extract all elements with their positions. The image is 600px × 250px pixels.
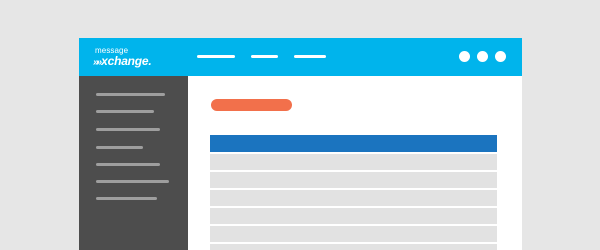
table-row[interactable] — [210, 172, 497, 188]
sidebar-item-6[interactable] — [96, 180, 169, 183]
data-table — [210, 135, 497, 250]
logo-bottom-text: »»xchange. — [93, 55, 152, 69]
sidebar — [79, 76, 188, 250]
sidebar-item-4[interactable] — [96, 146, 143, 149]
sidebar-item-7[interactable] — [96, 197, 157, 200]
table-row[interactable] — [210, 244, 497, 250]
table-header — [210, 135, 497, 152]
table-row[interactable] — [210, 208, 497, 224]
messagexchange-logo[interactable]: message »»xchange. — [93, 46, 183, 70]
table-row[interactable] — [210, 190, 497, 206]
sidebar-item-3[interactable] — [96, 128, 160, 131]
logo-arrows-icon: »» — [93, 57, 102, 68]
window-control-dot-3[interactable] — [495, 51, 506, 62]
table-row[interactable] — [210, 226, 497, 242]
top-header-bar: message »»xchange. — [79, 38, 522, 76]
main-content — [188, 76, 522, 250]
table-row[interactable] — [210, 154, 497, 170]
window-control-dot-2[interactable] — [477, 51, 488, 62]
app-window: message »»xchange. — [79, 38, 522, 250]
sidebar-item-1[interactable] — [96, 93, 165, 96]
sidebar-item-5[interactable] — [96, 163, 160, 166]
nav-item-1[interactable] — [197, 55, 235, 58]
window-control-dot-1[interactable] — [459, 51, 470, 62]
nav-item-3[interactable] — [294, 55, 326, 58]
sidebar-item-2[interactable] — [96, 110, 154, 113]
logo-wordmark: xchange. — [101, 54, 152, 68]
primary-action-button[interactable] — [211, 99, 292, 111]
nav-item-2[interactable] — [251, 55, 278, 58]
